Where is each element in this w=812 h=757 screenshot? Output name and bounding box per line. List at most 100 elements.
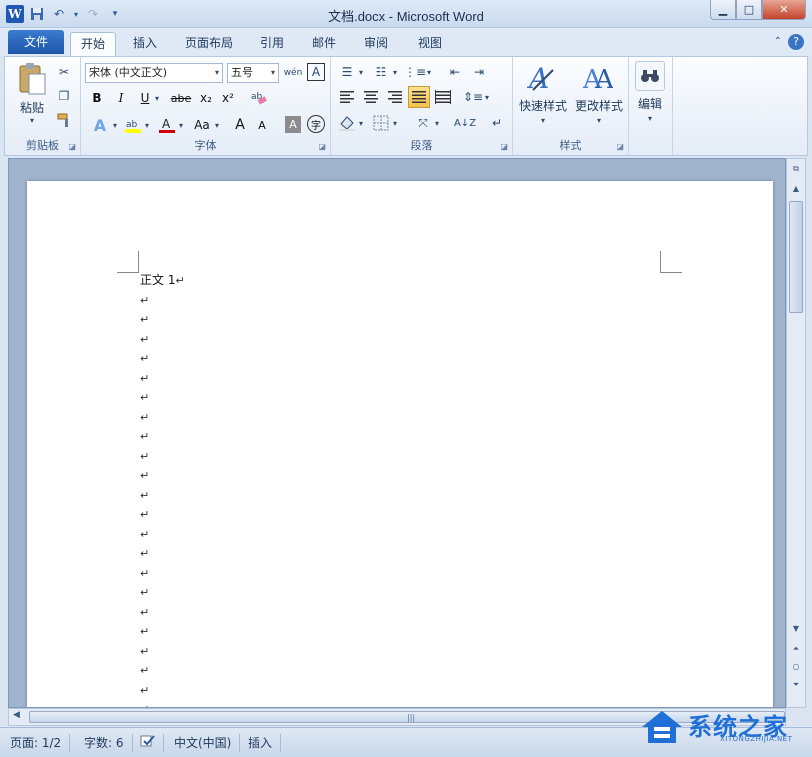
- multilevel-list-icon[interactable]: ⋮≡: [404, 63, 426, 81]
- enclose-characters-icon[interactable]: 字: [307, 115, 325, 133]
- scroll-left-icon[interactable]: ◀: [13, 710, 20, 720]
- quick-styles-dropdown-icon[interactable]: ▾: [539, 115, 547, 125]
- distributed-icon[interactable]: [433, 87, 453, 107]
- font-size-combo[interactable]: 五号 ▾: [227, 63, 279, 83]
- ruler-toggle-icon[interactable]: ⧉: [787, 161, 805, 177]
- empty-paragraph[interactable]: ↵: [140, 583, 149, 603]
- empty-paragraph[interactable]: ↵: [140, 447, 149, 467]
- empty-paragraph[interactable]: ↵: [140, 388, 149, 408]
- decrease-indent-icon[interactable]: ⇤: [445, 63, 465, 81]
- copy-icon[interactable]: ❐: [55, 87, 73, 105]
- shading-dropdown-icon[interactable]: ▾: [357, 113, 365, 133]
- clipboard-launcher-icon[interactable]: ◪: [68, 142, 76, 151]
- tab-mailings[interactable]: 邮件: [304, 32, 344, 56]
- empty-paragraph[interactable]: ↵: [140, 544, 149, 564]
- tab-review[interactable]: 审阅: [356, 32, 396, 56]
- empty-paragraph[interactable]: ↵: [140, 681, 149, 701]
- help-icon[interactable]: ?: [788, 34, 804, 50]
- next-page-icon[interactable]: ⏷: [787, 677, 805, 693]
- grow-font-button[interactable]: A: [231, 115, 249, 135]
- cut-icon[interactable]: ✂: [55, 63, 73, 81]
- minimize-ribbon-icon[interactable]: ⌃: [774, 36, 782, 47]
- proofing-icon[interactable]: [140, 734, 164, 752]
- character-border-icon[interactable]: A: [307, 63, 325, 81]
- empty-paragraph[interactable]: ↵: [140, 408, 149, 428]
- change-case-button[interactable]: Aa: [191, 115, 213, 135]
- font-launcher-icon[interactable]: ◪: [318, 142, 326, 151]
- empty-paragraph[interactable]: ↵: [140, 505, 149, 525]
- empty-paragraph[interactable]: ↵: [140, 661, 149, 681]
- paste-icon[interactable]: [15, 61, 49, 97]
- tab-page-layout[interactable]: 页面布局: [178, 32, 240, 56]
- maximize-button[interactable]: □: [736, 0, 762, 20]
- empty-paragraph[interactable]: ↵: [140, 310, 149, 330]
- borders-icon[interactable]: [371, 113, 391, 133]
- numbering-dropdown-icon[interactable]: ▾: [391, 63, 399, 81]
- italic-button[interactable]: I: [113, 89, 129, 107]
- font-color-dropdown-icon[interactable]: ▾: [177, 115, 185, 135]
- shading-icon[interactable]: [337, 113, 357, 133]
- subscript-button[interactable]: x₂: [197, 89, 215, 107]
- scroll-up-icon[interactable]: ▲: [787, 181, 805, 197]
- empty-paragraph[interactable]: ↵: [140, 603, 149, 623]
- clear-formatting-icon[interactable]: ab: [249, 87, 269, 107]
- underline-button[interactable]: U: [137, 89, 153, 107]
- empty-paragraph[interactable]: ↵: [140, 642, 149, 662]
- empty-paragraph[interactable]: ↵: [140, 466, 149, 486]
- align-right-icon[interactable]: [385, 87, 405, 107]
- tab-insert[interactable]: 插入: [124, 32, 166, 56]
- tab-file[interactable]: 文件: [8, 30, 64, 54]
- paste-dropdown-icon[interactable]: ▾: [27, 115, 37, 125]
- empty-paragraph[interactable]: ↵: [140, 525, 149, 545]
- line-spacing-dropdown-icon[interactable]: ▾: [483, 87, 491, 107]
- bullets-dropdown-icon[interactable]: ▾: [357, 63, 365, 81]
- tab-view[interactable]: 视图: [410, 32, 450, 56]
- empty-paragraph[interactable]: ↵: [140, 369, 149, 389]
- styles-launcher-icon[interactable]: ◪: [616, 142, 624, 151]
- phonetic-guide-icon[interactable]: wén: [283, 63, 303, 83]
- editing-label[interactable]: 编辑: [631, 95, 669, 112]
- vertical-scroll-thumb[interactable]: [789, 201, 803, 313]
- numbering-icon[interactable]: ☷: [371, 63, 391, 81]
- format-painter-icon[interactable]: [55, 111, 73, 129]
- show-marks-icon[interactable]: ↵: [487, 113, 507, 133]
- tab-home[interactable]: 开始: [70, 32, 116, 56]
- editing-dropdown-icon[interactable]: ▾: [645, 113, 655, 123]
- increase-indent-icon[interactable]: ⇥: [469, 63, 489, 81]
- status-word-count[interactable]: 字数: 6: [84, 734, 133, 752]
- change-case-dropdown-icon[interactable]: ▾: [213, 115, 221, 135]
- empty-paragraph[interactable]: ↵: [140, 330, 149, 350]
- align-center-icon[interactable]: [361, 87, 381, 107]
- empty-paragraph[interactable]: ↵: [140, 700, 149, 707]
- document-page[interactable]: 正文 1↵ ↵↵↵↵↵↵↵↵↵↵↵↵↵↵↵↵↵↵↵↵↵↵: [27, 181, 773, 707]
- highlight-icon[interactable]: ab: [123, 115, 143, 135]
- justify-icon[interactable]: [408, 86, 430, 108]
- paragraph-launcher-icon[interactable]: ◪: [500, 142, 508, 151]
- empty-paragraph[interactable]: ↵: [140, 564, 149, 584]
- quick-styles-icon[interactable]: A: [527, 61, 557, 95]
- empty-paragraph[interactable]: ↵: [140, 427, 149, 447]
- scroll-down-icon[interactable]: ▼: [787, 621, 805, 637]
- empty-paragraph[interactable]: ↵: [140, 291, 149, 311]
- shrink-font-button[interactable]: A: [253, 115, 271, 135]
- sort-icon[interactable]: A↓Z: [454, 113, 476, 133]
- line-spacing-icon[interactable]: ⇕≡: [463, 87, 483, 107]
- change-styles-label[interactable]: 更改样式: [571, 97, 627, 114]
- empty-paragraph[interactable]: ↵: [140, 349, 149, 369]
- previous-page-icon[interactable]: ⏶: [787, 641, 805, 657]
- minimize-button[interactable]: ▁: [710, 0, 736, 20]
- status-language[interactable]: 中文(中国): [174, 734, 241, 752]
- font-name-combo[interactable]: 宋体 (中文正文) ▾: [85, 63, 223, 83]
- vertical-scrollbar[interactable]: ⧉ ▲ ▼ ⏶ ○ ⏷: [786, 158, 806, 708]
- status-page[interactable]: 页面: 1/2: [10, 734, 71, 752]
- font-color-icon[interactable]: A: [157, 115, 177, 135]
- select-browse-object-icon[interactable]: ○: [787, 659, 805, 675]
- chinese-layout-icon[interactable]: ⤧: [413, 113, 433, 133]
- character-shading-icon[interactable]: A: [285, 116, 301, 133]
- empty-paragraph[interactable]: ↵: [140, 622, 149, 642]
- multilevel-list-dropdown-icon[interactable]: ▾: [425, 63, 433, 81]
- text-effects-dropdown-icon[interactable]: ▾: [111, 115, 119, 135]
- superscript-button[interactable]: x²: [219, 89, 237, 107]
- first-paragraph[interactable]: 正文 1↵: [140, 271, 185, 291]
- quick-styles-label[interactable]: 快速样式: [517, 97, 569, 114]
